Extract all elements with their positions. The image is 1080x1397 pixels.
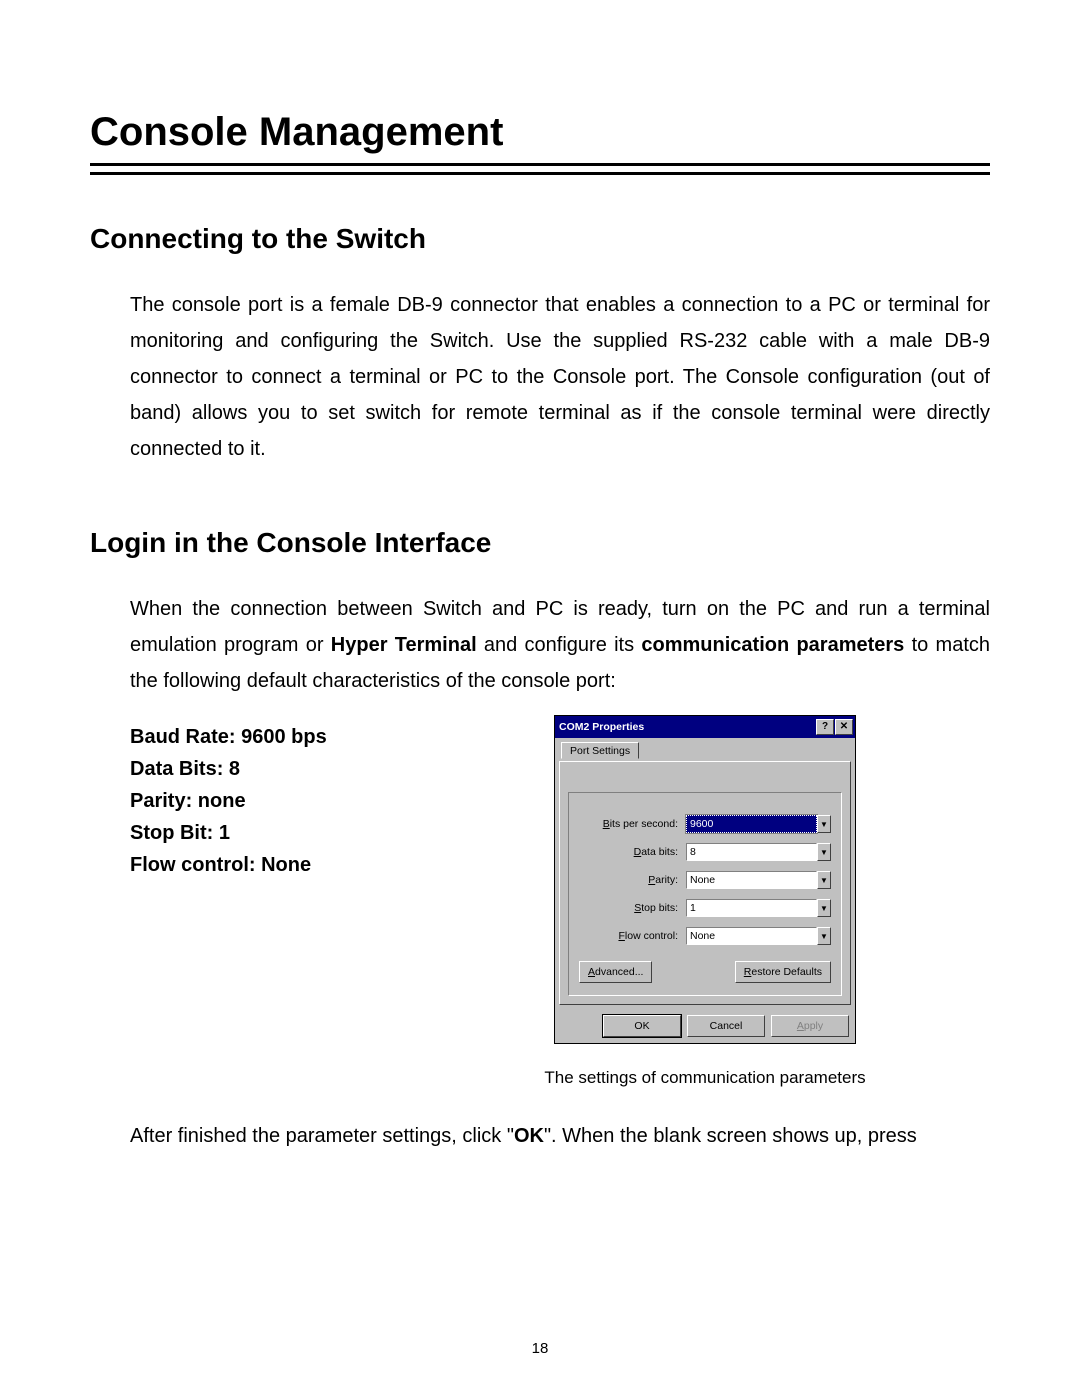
bold-comm-params: communication parameters — [641, 634, 904, 656]
combo-value: 1 — [686, 899, 817, 917]
combo-value: 9600 — [686, 815, 817, 833]
spec-item: Flow control: None — [130, 849, 420, 881]
section-heading-login: Login in the Console Interface — [90, 527, 990, 559]
restore-defaults-button[interactable]: Restore Defaults — [735, 961, 831, 983]
tab-pane: Bits per second: 9600 ▼ Data bits: — [559, 761, 851, 1005]
ok-button[interactable]: OK — [603, 1015, 681, 1037]
combo-stop-bits[interactable]: 1 ▼ — [686, 899, 831, 917]
text: ". When the blank screen shows up, press — [544, 1125, 917, 1147]
paragraph-after: After finished the parameter settings, c… — [130, 1118, 990, 1154]
combo-bits-per-second[interactable]: 9600 ▼ — [686, 815, 831, 833]
text: After finished the parameter settings, c… — [130, 1125, 514, 1147]
cancel-button[interactable]: Cancel — [687, 1015, 765, 1037]
chevron-down-icon[interactable]: ▼ — [817, 871, 831, 889]
spec-item: Data Bits: 8 — [130, 753, 420, 785]
combo-value: 8 — [686, 843, 817, 861]
spec-item: Parity: none — [130, 785, 420, 817]
combo-data-bits[interactable]: 8 ▼ — [686, 843, 831, 861]
combo-parity[interactable]: None ▼ — [686, 871, 831, 889]
help-icon: ? — [822, 722, 828, 732]
close-button[interactable]: ✕ — [835, 719, 853, 735]
close-icon: ✕ — [840, 722, 848, 732]
combo-flow-control[interactable]: None ▼ — [686, 927, 831, 945]
chevron-down-icon[interactable]: ▼ — [817, 815, 831, 833]
chevron-down-icon[interactable]: ▼ — [817, 927, 831, 945]
page-title: Console Management — [90, 110, 990, 155]
tab-port-settings[interactable]: Port Settings — [561, 742, 639, 759]
spec-list: Baud Rate: 9600 bps Data Bits: 8 Parity:… — [130, 715, 420, 881]
dialog-titlebar[interactable]: COM2 Properties ? ✕ — [555, 716, 855, 738]
paragraph-login: When the connection between Switch and P… — [130, 591, 990, 699]
com-properties-dialog: COM2 Properties ? ✕ Port Settings Bits p… — [554, 715, 856, 1044]
bold-ok: OK — [514, 1125, 544, 1147]
combo-value: None — [686, 871, 817, 889]
label-parity: Parity: — [648, 874, 686, 886]
help-button[interactable]: ? — [816, 719, 834, 735]
apply-button[interactable]: Apply — [771, 1015, 849, 1037]
bold-hyper-terminal: Hyper Terminal — [331, 634, 477, 656]
settings-group: Bits per second: 9600 ▼ Data bits: — [568, 792, 842, 996]
text: and configure its — [477, 634, 642, 656]
chevron-down-icon[interactable]: ▼ — [817, 843, 831, 861]
dialog-title: COM2 Properties — [559, 721, 815, 733]
page-number: 18 — [0, 1340, 1080, 1357]
spec-item: Baud Rate: 9600 bps — [130, 721, 420, 753]
combo-value: None — [686, 927, 817, 945]
advanced-button[interactable]: Advanced... — [579, 961, 652, 983]
figure-caption: The settings of communication parameters — [544, 1068, 865, 1088]
label-data-bits: Data bits: — [634, 846, 686, 858]
document-page: Console Management Connecting to the Swi… — [0, 0, 1080, 1397]
label-bits-per-second: Bits per second: — [603, 818, 686, 830]
spec-item: Stop Bit: 1 — [130, 817, 420, 849]
title-rule — [90, 163, 990, 175]
chevron-down-icon[interactable]: ▼ — [817, 899, 831, 917]
label-flow-control: Flow control: — [618, 930, 686, 942]
section-heading-connecting: Connecting to the Switch — [90, 223, 990, 255]
paragraph-connecting: The console port is a female DB-9 connec… — [130, 287, 990, 467]
label-stop-bits: Stop bits: — [634, 902, 686, 914]
